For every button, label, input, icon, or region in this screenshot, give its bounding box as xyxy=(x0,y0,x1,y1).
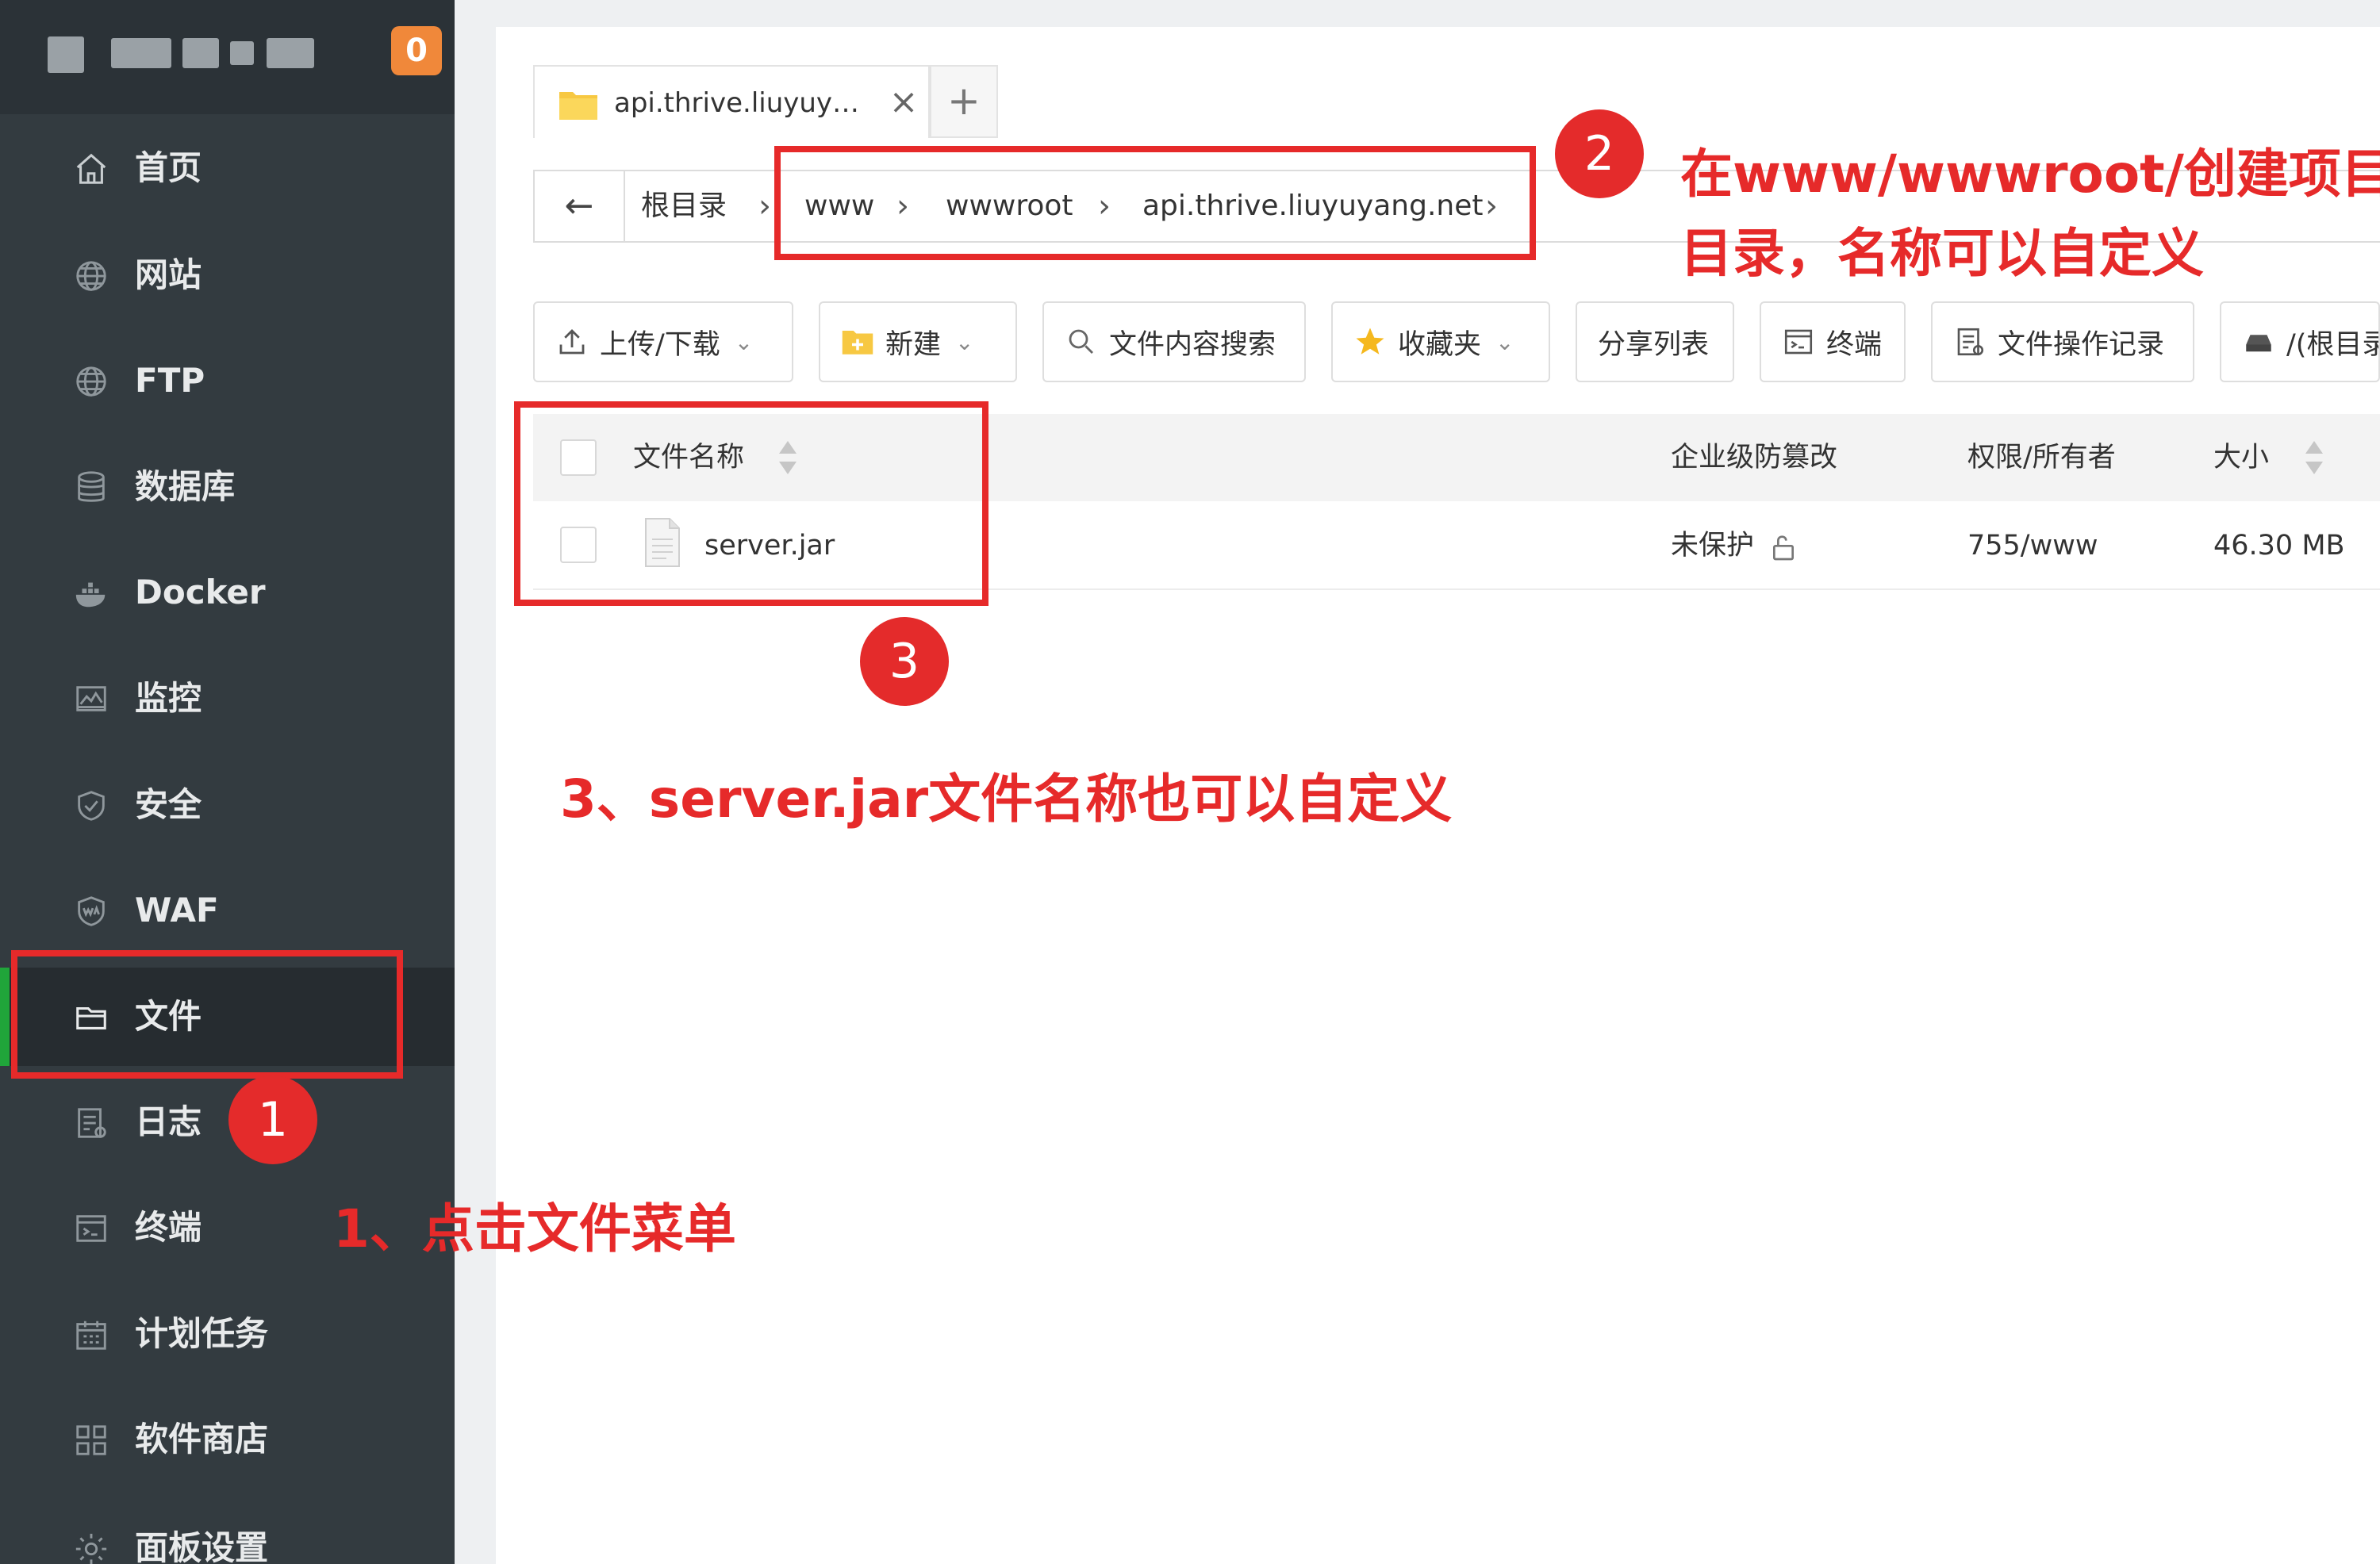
sidebar-item-label: FTP xyxy=(135,361,205,400)
chevron-down-icon: ⌄ xyxy=(955,328,974,355)
terminal-label: 终端 xyxy=(1826,328,1883,361)
file-content-search-label: 文件内容搜索 xyxy=(1109,328,1276,361)
favorites-button[interactable]: 收藏夹 ⌄ xyxy=(1331,301,1550,382)
home-icon xyxy=(73,151,109,187)
globe-icon xyxy=(73,258,109,294)
sort-arrows-icon[interactable] xyxy=(2302,438,2326,477)
upload-download-label: 上传/下载 xyxy=(600,328,720,361)
column-header-permission-owner: 权限/所有者 xyxy=(1967,442,2116,473)
chevron-down-icon: ⌄ xyxy=(1495,328,1514,355)
sidebar-item-label: Docker xyxy=(135,573,266,611)
favorites-label: 收藏夹 xyxy=(1398,328,1482,361)
sidebar-item-label: 数据库 xyxy=(135,467,236,506)
file-content-search-button[interactable]: 文件内容搜索 xyxy=(1042,301,1306,382)
permission-owner[interactable]: 755/www xyxy=(1967,501,2098,590)
step2-instruction-line1: 在www/wwwroot/创建项目 xyxy=(1680,144,2380,205)
sidebar-item-ftp[interactable]: FTP xyxy=(0,332,455,430)
sidebar-item-home[interactable]: 首页 xyxy=(0,119,455,217)
sidebar-item-cron[interactable]: 计划任务 xyxy=(0,1285,455,1383)
sidebar-item-label: 面板设置 xyxy=(135,1528,269,1564)
tab-close-button[interactable]: × xyxy=(884,82,923,122)
database-icon xyxy=(73,470,109,506)
calendar-icon xyxy=(73,1317,109,1353)
file-operation-log-label: 文件操作记录 xyxy=(1998,328,2165,361)
protection-status[interactable]: 未保护 xyxy=(1671,501,1754,590)
column-header-size[interactable]: 大小 xyxy=(2213,414,2269,501)
new-folder-icon xyxy=(841,325,874,358)
sidebar-item-waf[interactable]: WAF xyxy=(0,861,455,960)
step-marker-3: 3 xyxy=(860,617,949,706)
sidebar-item-label: 日志 xyxy=(135,1102,202,1141)
disk-root-button[interactable]: /(根目录 xyxy=(2220,301,2380,382)
tab-file-directory[interactable]: api.thrive.liuyuy… × xyxy=(533,65,930,138)
upload-download-button[interactable]: 上传/下载 ⌄ xyxy=(533,301,793,382)
breadcrumb-root[interactable]: 根目录 xyxy=(641,171,727,241)
chevron-right-icon: › xyxy=(758,188,771,224)
shield-icon xyxy=(73,788,109,824)
search-icon xyxy=(1065,325,1098,358)
step1-instruction: 1、点击文件菜单 xyxy=(333,1198,736,1259)
hard-drive-icon xyxy=(2242,325,2275,358)
sidebar-item-label: 网站 xyxy=(135,255,202,294)
new-button[interactable]: 新建 ⌄ xyxy=(819,301,1017,382)
highlight-file-row xyxy=(514,401,988,606)
step3-instruction: 3、server.jar文件名称也可以自定义 xyxy=(560,769,1453,830)
step-marker-2: 2 xyxy=(1555,109,1644,198)
server-name-blurred xyxy=(48,32,317,76)
sidebar: 0 首页 网站 FTP 数据库 Docker 监控 安全 WAF 文件 日志 终… xyxy=(0,0,455,1564)
highlight-breadcrumb-path xyxy=(774,146,1536,260)
docker-icon xyxy=(73,575,109,611)
sidebar-item-label: 终端 xyxy=(135,1208,202,1247)
sidebar-item-app-store[interactable]: 软件商店 xyxy=(0,1390,455,1489)
tab-title: api.thrive.liuyuy… xyxy=(614,87,860,119)
sidebar-item-label: 计划任务 xyxy=(135,1314,269,1353)
step-marker-1: 1 xyxy=(228,1075,317,1164)
sidebar-item-security[interactable]: 安全 xyxy=(0,756,455,854)
unlock-icon[interactable] xyxy=(1768,531,1799,563)
back-button[interactable]: ← xyxy=(535,171,625,241)
terminal-icon xyxy=(73,1210,109,1247)
waf-shield-icon xyxy=(73,893,109,930)
column-header-tamper-protection: 企业级防篡改 xyxy=(1671,442,1838,473)
terminal-button[interactable]: 终端 xyxy=(1760,301,1906,382)
sidebar-item-label: 监控 xyxy=(135,679,202,718)
terminal-icon xyxy=(1782,325,1815,358)
sidebar-item-database[interactable]: 数据库 xyxy=(0,438,455,536)
new-label: 新建 xyxy=(885,328,942,361)
notification-badge[interactable]: 0 xyxy=(391,26,442,75)
step2-instruction-line2: 目录，名称可以自定义 xyxy=(1680,223,2204,284)
share-list-button[interactable]: 分享列表 xyxy=(1576,301,1734,382)
sidebar-header: 0 xyxy=(0,0,455,114)
file-size: 46.30 MB xyxy=(2213,530,2345,562)
globe-icon xyxy=(73,363,109,400)
log-icon xyxy=(1953,325,1987,358)
share-list-label: 分享列表 xyxy=(1598,328,1710,361)
highlight-files-menu xyxy=(11,950,403,1079)
upload-icon xyxy=(555,325,589,358)
star-icon xyxy=(1353,325,1387,358)
disk-root-label: /(根目录 xyxy=(2286,328,2380,361)
sidebar-item-website[interactable]: 网站 xyxy=(0,226,455,324)
add-tab-button[interactable]: + xyxy=(930,65,998,138)
file-operation-log-button[interactable]: 文件操作记录 xyxy=(1931,301,2194,382)
sidebar-item-label: 软件商店 xyxy=(135,1420,269,1459)
sidebar-item-panel-settings[interactable]: 面板设置 xyxy=(0,1499,455,1564)
sidebar-item-docker[interactable]: Docker xyxy=(0,543,455,642)
log-icon xyxy=(73,1105,109,1141)
gear-icon xyxy=(73,1531,109,1564)
sidebar-item-monitor[interactable]: 监控 xyxy=(0,650,455,748)
folder-icon xyxy=(559,89,598,121)
apps-grid-icon xyxy=(73,1422,109,1459)
sidebar-item-label: 首页 xyxy=(135,148,202,187)
chevron-down-icon: ⌄ xyxy=(734,328,754,355)
sidebar-item-label: 安全 xyxy=(135,785,202,824)
sidebar-item-logs[interactable]: 日志 xyxy=(0,1073,455,1171)
sidebar-item-label: WAF xyxy=(135,891,219,930)
monitor-icon xyxy=(73,681,109,718)
